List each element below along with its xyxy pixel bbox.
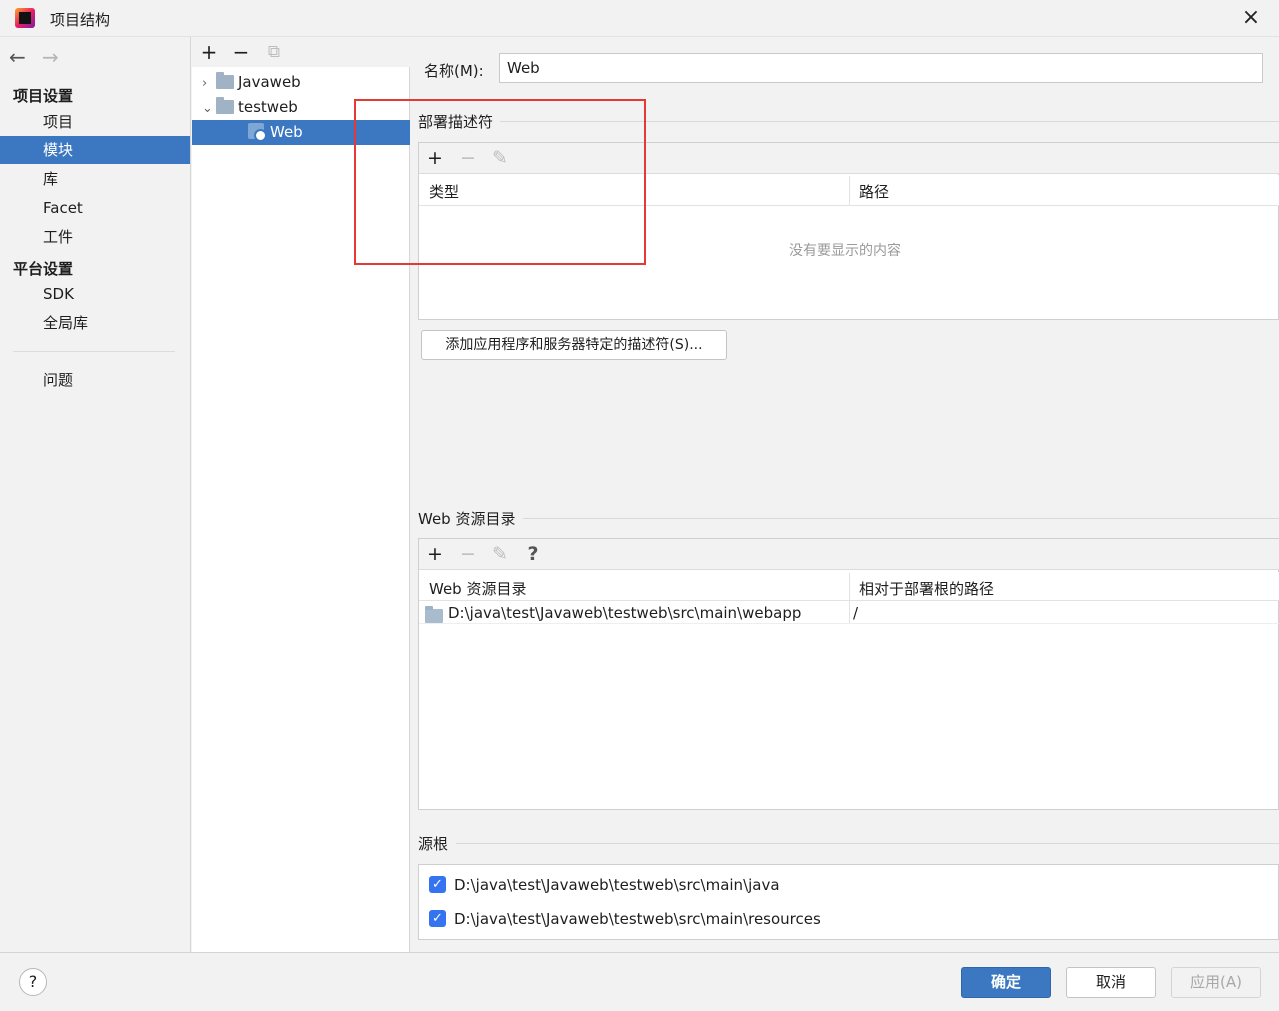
web-resource-directories-title: Web 资源目录 [418, 510, 516, 528]
table-row[interactable]: D:\java\test\Javaweb\testweb\src\main\we… [419, 602, 1279, 624]
web-resources-toolbar [419, 539, 1279, 570]
remove-icon[interactable]: − [456, 143, 480, 173]
sidebar-item-problems[interactable]: 问题 [0, 366, 190, 394]
source-root-checkbox[interactable]: ✓ [429, 910, 446, 927]
add-icon[interactable]: + [197, 37, 221, 67]
section-divider [523, 518, 1279, 519]
back-arrow-icon[interactable]: ← [9, 45, 26, 69]
cancel-button[interactable]: 取消 [1066, 967, 1156, 998]
remove-icon[interactable]: − [456, 539, 480, 569]
module-tree-toolbar [192, 37, 410, 67]
sidebar-item-libraries[interactable]: 库 [0, 165, 190, 193]
chevron-down-icon[interactable]: ⌄ [202, 96, 216, 121]
sidebar-item-artifacts[interactable]: 工件 [0, 223, 190, 251]
sidebar-item-global-libraries[interactable]: 全局库 [0, 309, 190, 337]
copy-icon[interactable]: ⧉ [262, 37, 286, 67]
source-roots-title: 源根 [418, 835, 449, 853]
deployment-descriptors-title: 部署描述符 [418, 113, 494, 131]
name-label: 名称(M): [424, 62, 484, 80]
name-input[interactable] [499, 53, 1263, 83]
source-root-path: D:\java\test\Javaweb\testweb\src\main\re… [454, 910, 821, 928]
title-bar [0, 0, 1279, 37]
add-icon[interactable]: + [423, 143, 447, 173]
sidebar-item-sdk[interactable]: SDK [0, 280, 190, 308]
tree-node-javaweb[interactable]: › Javaweb [192, 70, 410, 95]
sidebar-item-project[interactable]: 项目 [0, 108, 190, 136]
platform-settings-heading: 平台设置 [13, 260, 74, 278]
column-header-path[interactable]: 路径 [859, 181, 889, 202]
module-tree-panel [192, 37, 410, 952]
relative-path-cell: / [853, 604, 859, 622]
web-folder-icon [425, 606, 443, 623]
source-root-checkbox[interactable]: ✓ [429, 876, 446, 893]
module-folder-icon [216, 97, 234, 114]
section-divider [500, 121, 1279, 122]
column-header-relative-path[interactable]: 相对于部署根的路径 [859, 578, 994, 599]
intellij-logo-icon [15, 8, 35, 28]
sidebar-item-modules[interactable]: 模块 [0, 136, 190, 164]
add-icon[interactable]: + [423, 539, 447, 569]
help-icon[interactable]: ? [521, 539, 545, 569]
source-root-path: D:\java\test\Javaweb\testweb\src\main\ja… [454, 876, 780, 894]
chevron-right-icon[interactable]: › [202, 71, 216, 96]
section-divider [456, 843, 1279, 844]
sidebar-item-facets[interactable]: Facet [0, 194, 190, 222]
window-title: 项目结构 [50, 11, 111, 29]
help-button[interactable]: ? [19, 968, 47, 996]
tree-node-testweb[interactable]: ⌄ testweb [192, 95, 410, 120]
sidebar-divider [13, 351, 175, 352]
remove-icon[interactable]: − [229, 37, 253, 67]
column-header-web-resource-dir[interactable]: Web 资源目录 [429, 578, 526, 599]
tree-node-label: Javaweb [238, 73, 301, 91]
column-header-type[interactable]: 类型 [429, 181, 459, 202]
tree-node-label: testweb [238, 98, 298, 116]
module-folder-icon [216, 72, 234, 89]
edit-icon[interactable]: ✎ [488, 539, 512, 569]
tree-node-web-facet[interactable]: Web [192, 120, 410, 145]
apply-button[interactable]: 应用(A) [1171, 967, 1261, 998]
edit-icon[interactable]: ✎ [488, 143, 512, 173]
empty-table-text: 没有要显示的内容 [789, 243, 901, 259]
web-resource-dir-cell: D:\java\test\Javaweb\testweb\src\main\we… [448, 604, 802, 622]
tree-node-label: Web [270, 123, 303, 141]
add-server-specific-descriptor-button[interactable]: 添加应用程序和服务器特定的描述符(S)... [421, 330, 727, 360]
web-facet-icon [248, 123, 267, 142]
descriptors-toolbar [419, 143, 1279, 174]
forward-arrow-icon[interactable]: → [42, 45, 59, 69]
project-settings-heading: 项目设置 [13, 87, 74, 105]
column-separator [849, 176, 850, 205]
ok-button[interactable]: 确定 [961, 967, 1051, 998]
close-button[interactable]: × [1237, 4, 1265, 32]
